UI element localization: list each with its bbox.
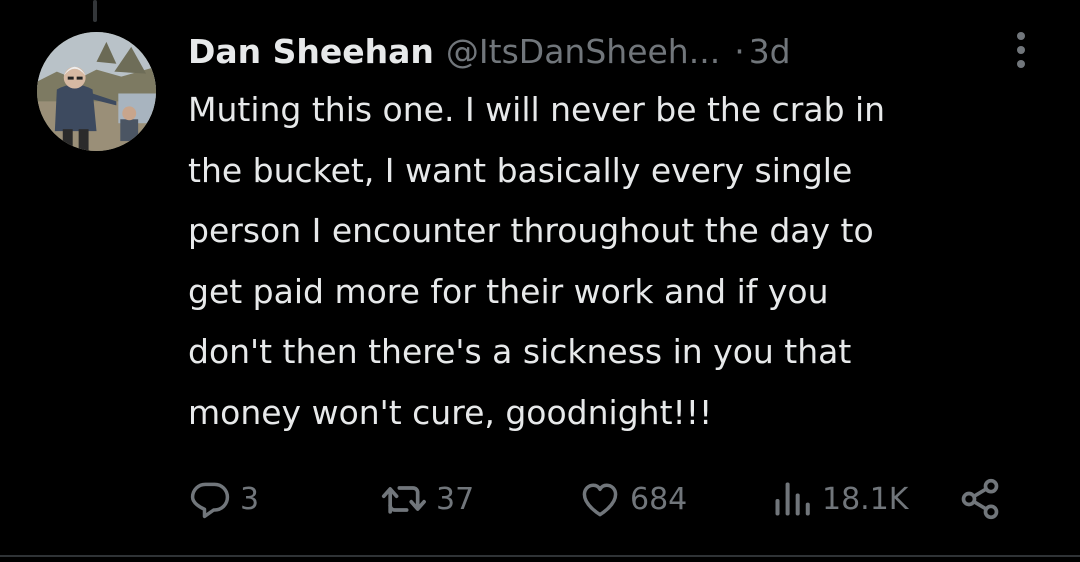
separator-dot: · bbox=[734, 31, 745, 71]
thread-connector-line bbox=[93, 0, 97, 22]
more-vertical-icon bbox=[1017, 32, 1025, 68]
tweet-actions-bar: 3 37 684 18.1K bbox=[188, 474, 1018, 524]
like-button[interactable]: 684 bbox=[578, 474, 687, 524]
share-icon bbox=[961, 478, 999, 520]
tweet-header: Dan Sheehan @ItsDanSheeh... · 3d bbox=[188, 26, 791, 76]
tweet-body-text: Muting this one. I will never be the cra… bbox=[188, 90, 886, 432]
more-options-button[interactable] bbox=[1008, 30, 1034, 70]
repost-button[interactable]: 37 bbox=[378, 474, 474, 524]
views-icon bbox=[775, 482, 810, 516]
reply-button[interactable]: 3 bbox=[188, 474, 259, 524]
author-handle[interactable]: @ItsDanSheeh... bbox=[446, 32, 720, 71]
timestamp[interactable]: 3d bbox=[749, 32, 791, 71]
tweet-divider bbox=[0, 555, 1080, 557]
like-count: 684 bbox=[630, 481, 688, 517]
avatar[interactable] bbox=[37, 32, 156, 151]
author-name[interactable]: Dan Sheehan bbox=[188, 32, 434, 71]
reply-icon bbox=[190, 482, 230, 519]
repost-icon bbox=[381, 486, 426, 514]
reply-count: 3 bbox=[240, 481, 260, 517]
share-button[interactable] bbox=[958, 474, 1002, 524]
views-count: 18.1K bbox=[822, 481, 909, 517]
views-button[interactable]: 18.1K bbox=[770, 474, 908, 524]
heart-icon bbox=[582, 483, 618, 517]
repost-count: 37 bbox=[436, 481, 475, 517]
avatar-photo bbox=[37, 32, 156, 151]
